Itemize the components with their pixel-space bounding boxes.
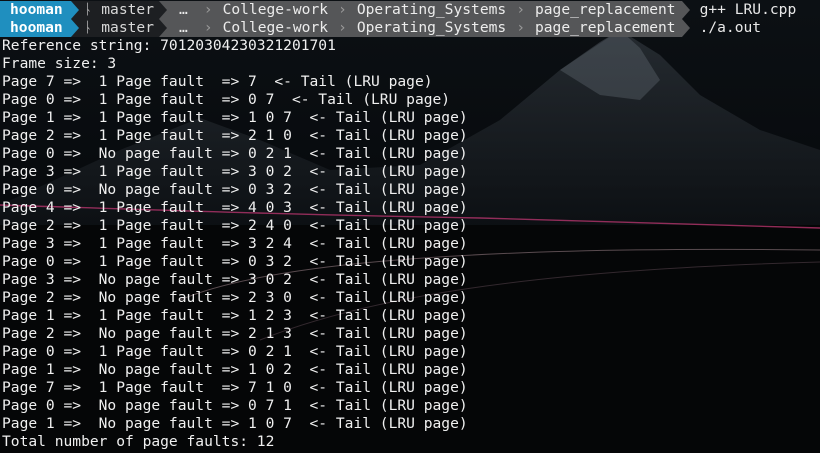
powerline-separator-icon xyxy=(70,19,79,37)
output-line: Page 3 => 1 Page fault => 3 0 2 <- Tail … xyxy=(2,163,468,180)
path-chevron-icon: › xyxy=(516,1,525,18)
output-line: Page 2 => 1 Page fault => 2 4 0 <- Tail … xyxy=(2,217,468,234)
output-line: Page 0 => 1 Page fault => 0 3 2 <- Tail … xyxy=(2,253,468,270)
terminal-window[interactable]: hooman ᚿ master … › College-work › Opera… xyxy=(0,0,820,453)
command-text: g++ LRU.cpp xyxy=(699,1,797,18)
path-chevron-icon: › xyxy=(203,19,213,36)
command-text: ./a.out xyxy=(699,19,762,36)
output-line: Page 3 => No page fault => 3 0 2 <- Tail… xyxy=(2,271,468,288)
powerline-separator-icon xyxy=(158,1,167,19)
git-branch-segment: ᚿ master xyxy=(78,19,159,37)
path-segment: … › College-work › Operating_Systems › p… xyxy=(166,19,682,37)
output-line: Page 3 => 1 Page fault => 3 2 4 <- Tail … xyxy=(2,235,468,252)
output-line: Page 0 => 1 Page fault => 0 7 <- Tail (L… xyxy=(2,91,451,108)
output-line: Page 1 => 1 Page fault => 1 2 3 <- Tail … xyxy=(2,307,468,324)
git-branch-icon: ᚿ xyxy=(83,19,102,36)
git-branch-segment: ᚿ master xyxy=(78,1,159,19)
output-line: Page 7 => 1 Page fault => 7 1 0 <- Tail … xyxy=(2,379,468,396)
username-segment: hooman xyxy=(0,1,71,19)
path-chevron-icon: › xyxy=(203,1,213,18)
output-line: Page 1 => 1 Page fault => 1 0 7 <- Tail … xyxy=(2,109,468,126)
output-line: Page 7 => 1 Page fault => 7 <- Tail (LRU… xyxy=(2,73,433,90)
username-segment: hooman xyxy=(0,19,71,37)
powerline-separator-icon xyxy=(158,19,167,37)
git-branch-icon: ᚿ xyxy=(83,1,102,18)
path-segment: … › College-work › Operating_Systems › p… xyxy=(166,1,682,19)
path-part: Operating_Systems xyxy=(356,19,507,36)
output-line: Page 2 => 1 Page fault => 2 1 0 <- Tail … xyxy=(2,127,468,144)
total-faults-line: Total number of page faults: 12 xyxy=(2,433,275,450)
path-part: page_replacement xyxy=(534,1,676,18)
path-part: Operating_Systems xyxy=(356,1,507,18)
path-chevron-icon: › xyxy=(338,19,347,36)
prompt-line-2: hooman ᚿ master … › College-work › Opera… xyxy=(0,19,820,37)
path-chevron-icon: › xyxy=(338,1,347,18)
powerline-separator-icon xyxy=(70,1,79,19)
path-part: College-work xyxy=(222,19,329,36)
output-line: Frame size: 3 xyxy=(2,55,117,72)
path-part: page_replacement xyxy=(534,19,676,36)
output-line: Page 2 => No page fault => 2 1 3 <- Tail… xyxy=(2,325,468,342)
output-line: Page 0 => 1 Page fault => 0 2 1 <- Tail … xyxy=(2,343,468,360)
powerline-end-icon xyxy=(681,1,690,19)
prompt-line-1: hooman ᚿ master … › College-work › Opera… xyxy=(0,1,820,19)
path-chevron-icon: › xyxy=(516,19,525,36)
path-ellipsis: … xyxy=(178,1,188,18)
output-line: Page 0 => No page fault => 0 7 1 <- Tail… xyxy=(2,397,468,414)
output-line: Page 0 => No page fault => 0 2 1 <- Tail… xyxy=(2,145,468,162)
path-ellipsis: … xyxy=(178,19,188,36)
output-line: Page 1 => No page fault => 1 0 7 <- Tail… xyxy=(2,415,468,432)
output-line: Page 0 => No page fault => 0 3 2 <- Tail… xyxy=(2,181,468,198)
powerline-end-icon xyxy=(681,19,690,37)
output-line: Reference string: 70120304230321201701 xyxy=(2,37,336,54)
program-output: Reference string: 70120304230321201701 F… xyxy=(2,37,468,451)
path-part: College-work xyxy=(222,1,329,18)
output-line: Page 2 => No page fault => 2 3 0 <- Tail… xyxy=(2,289,468,306)
output-line: Page 1 => No page fault => 1 0 2 <- Tail… xyxy=(2,361,468,378)
output-line: Page 4 => 1 Page fault => 4 0 3 <- Tail … xyxy=(2,199,468,216)
